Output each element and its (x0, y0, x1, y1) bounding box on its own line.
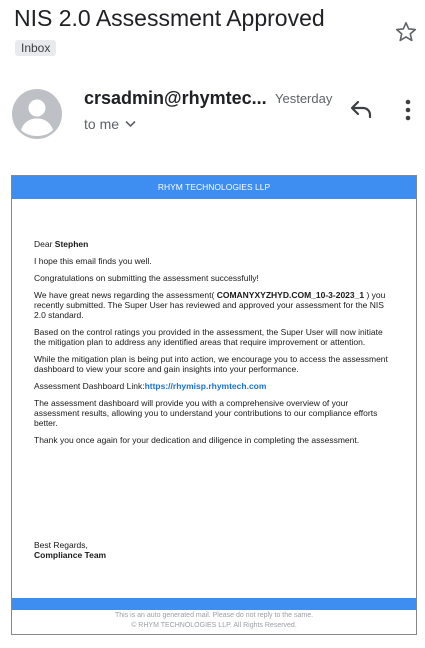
greeting-prefix: Dear (34, 239, 55, 249)
company-header: RHYM TECHNOLOGIES LLP (12, 176, 416, 199)
star-outline-icon[interactable] (394, 20, 418, 44)
paragraph-thanks: Thank you once again for your dedication… (34, 435, 360, 445)
email-subject: NIS 2.0 Assessment Approved (14, 5, 325, 31)
team-name: Compliance Team (34, 550, 107, 560)
recipient-toggle[interactable]: to me (84, 114, 136, 134)
dashboard-link[interactable]: https://rhymisp.rhymtech.com (145, 381, 267, 391)
chevron-down-icon (125, 120, 136, 128)
sender-address[interactable]: crsadmin@rhymtec... (84, 86, 269, 110)
dashboard-link-label: Assessment Dashboard Link: (34, 381, 145, 391)
paragraph-overview: The assessment dashboard will provide yo… (34, 398, 378, 428)
paragraph-intro: I hope this email finds you well. (34, 256, 152, 266)
recipient-label: to me (84, 116, 120, 132)
recipient-name: Stephen (54, 239, 89, 249)
paragraph-dashboard: While the mitigation plan is being put i… (34, 354, 388, 374)
email-date: Yesterday (275, 91, 333, 106)
email-footer: This is an auto generated mail. Please d… (12, 611, 416, 631)
assessment-id: COMANYXYZHYD.COM_10-3-2023_1 (216, 290, 365, 300)
inbox-label-chip[interactable]: Inbox (15, 40, 57, 56)
regards-text: Best Regards, (34, 540, 88, 550)
email-body-frame: RHYM TECHNOLOGIES LLP Dear Stephen I hop… (11, 175, 417, 635)
person-avatar-icon[interactable] (12, 89, 62, 139)
signature: Best Regards, Compliance Team (34, 540, 106, 560)
paragraph-approval: We have great news regarding the assessm… (34, 290, 394, 320)
paragraph-link: Assessment Dashboard Link:https://rhymis… (34, 381, 394, 391)
reply-icon[interactable] (348, 98, 374, 120)
paragraph-mitigation: Based on the control ratings you provide… (34, 327, 383, 347)
greeting: Dear Stephen (34, 239, 394, 249)
approval-text-a: We have great news regarding the assessm… (34, 290, 217, 300)
more-vert-icon[interactable] (401, 97, 415, 123)
footer-note: This is an auto generated mail. Please d… (114, 612, 314, 619)
paragraph-congrats: Congratulations on submitting the assess… (34, 273, 259, 283)
footer-bar (12, 598, 416, 610)
email-body-content: Dear Stephen I hope this email finds you… (34, 239, 394, 452)
footer-copyright: © RHYM TECHNOLOGIES LLP. All Rights Rese… (131, 622, 297, 629)
